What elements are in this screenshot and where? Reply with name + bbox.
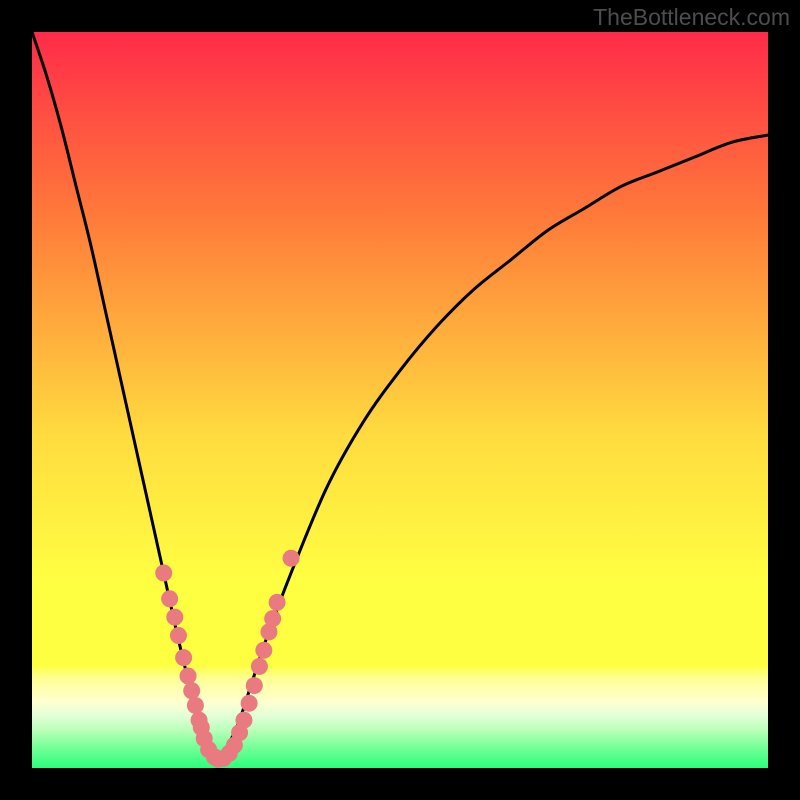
sample-dot (187, 697, 204, 714)
chart-frame: TheBottleneck.com (0, 0, 800, 800)
sample-dot (180, 668, 197, 685)
watermark-text: TheBottleneck.com (593, 4, 790, 31)
sample-dot (183, 682, 200, 699)
sample-dot (166, 609, 183, 626)
sample-dot (161, 590, 178, 607)
sample-dot (251, 658, 268, 675)
sample-dot (246, 677, 263, 694)
sample-dot (155, 564, 172, 581)
sample-dot (241, 695, 258, 712)
sample-dot (170, 627, 187, 644)
plot-svg (32, 32, 768, 768)
sample-dot (175, 649, 192, 666)
sample-dot (264, 610, 281, 627)
gradient-background (32, 32, 768, 768)
sample-dot (235, 712, 252, 729)
sample-dot (255, 642, 272, 659)
sample-dot (283, 550, 300, 567)
plot-area (32, 32, 768, 768)
sample-dot (269, 594, 286, 611)
